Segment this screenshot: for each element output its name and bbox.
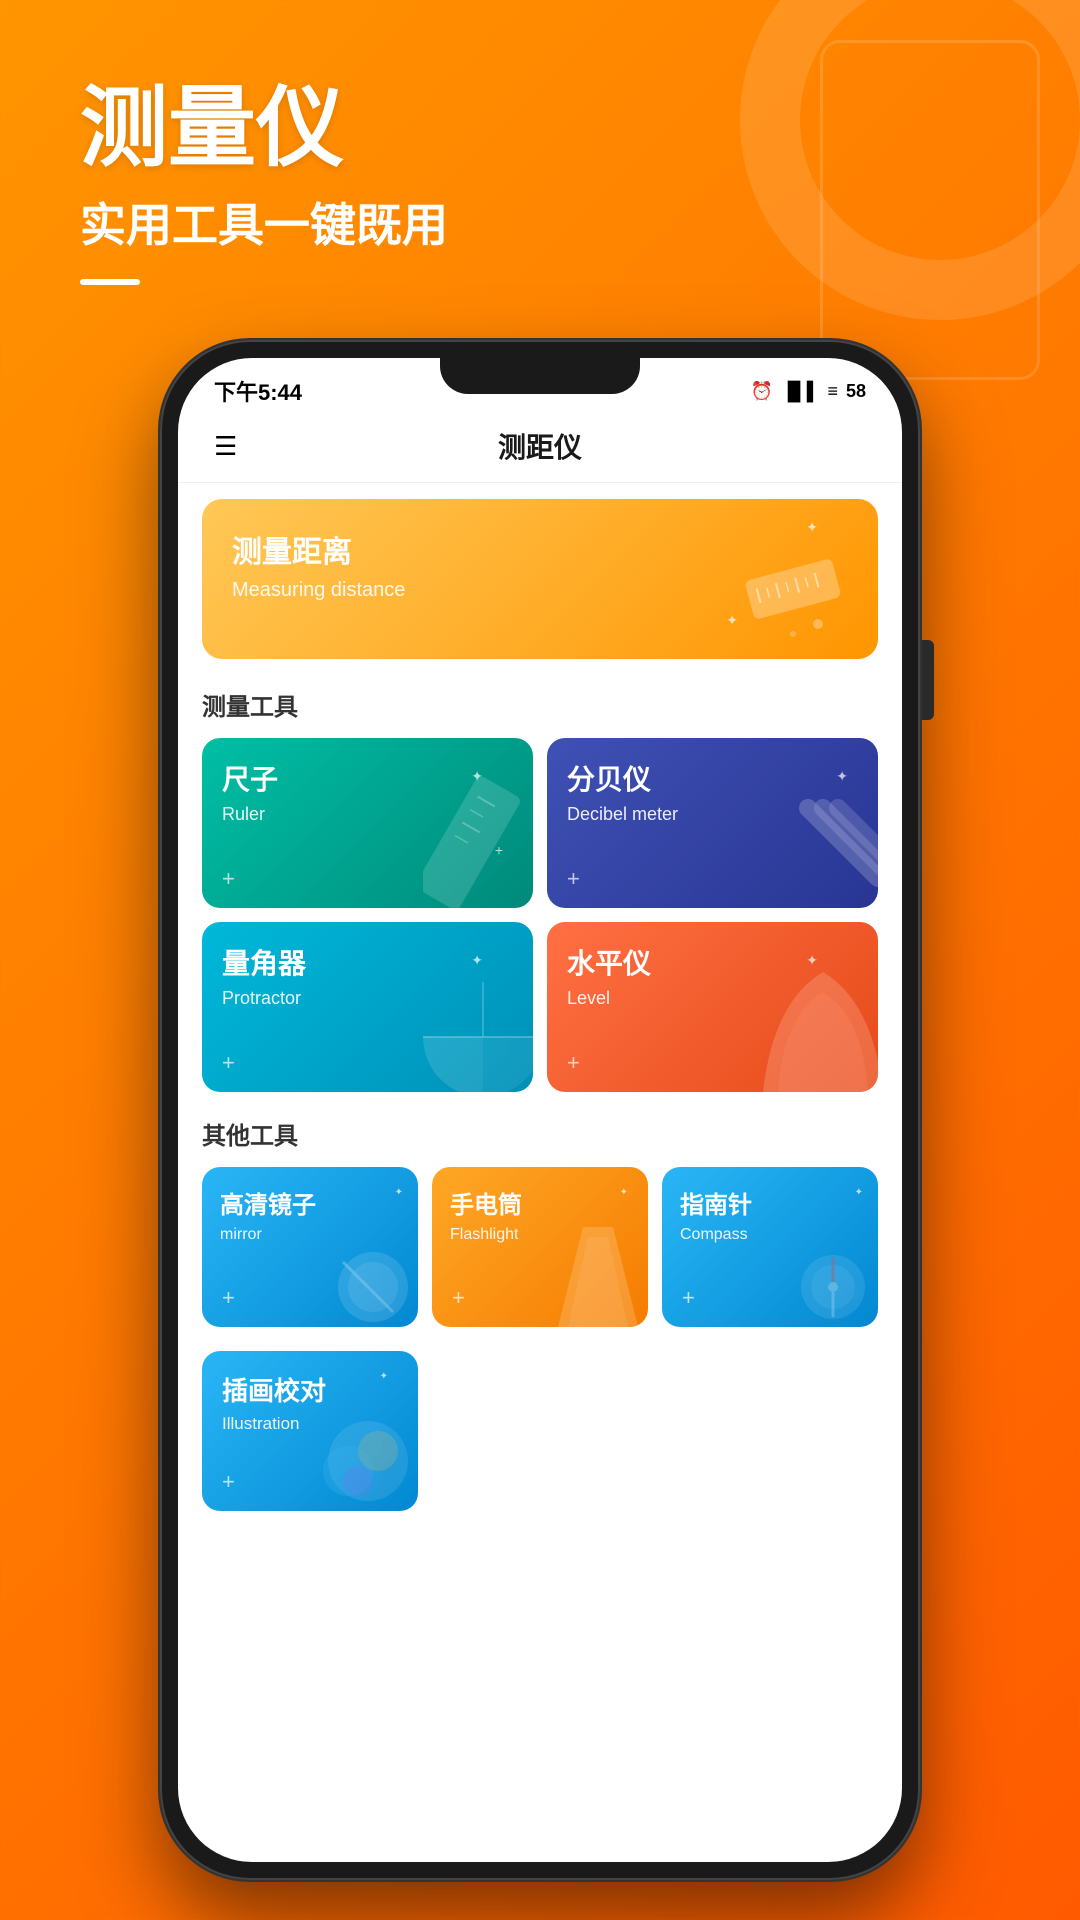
tool-card-protractor[interactable]: 量角器 Protractor + ✦ <box>202 922 533 1092</box>
decibel-subtitle: Decibel meter <box>567 804 858 825</box>
app-bar: ☰ 测距仪 <box>178 410 902 483</box>
signal-icon: ▐▌▌ <box>781 381 819 402</box>
phone-outer: 下午5:44 ⏰ ▐▌▌ ≡ 58 ☰ 测距仪 测量距离 Measuring d… <box>160 340 920 1880</box>
tool-card-mirror[interactable]: 高清镜子 mirror + ✦ <box>202 1167 418 1327</box>
illustration-plus: + <box>222 1469 235 1495</box>
phone-mockup: 下午5:44 ⏰ ▐▌▌ ≡ 58 ☰ 测距仪 测量距离 Measuring d… <box>160 340 920 1880</box>
status-time: 下午5:44 <box>214 375 302 407</box>
app-subtitle: 实用工具一键既用 <box>80 189 448 255</box>
header-section: 测量仪 实用工具一键既用 <box>80 80 448 285</box>
battery-icon: 58 <box>846 381 866 402</box>
compass-subtitle: Compass <box>680 1226 860 1244</box>
app-bar-title: 测距仪 <box>498 426 582 466</box>
tool-card-flashlight[interactable]: 手电筒 Flashlight + ✦ <box>432 1167 648 1327</box>
ruler-plus: + <box>222 866 235 892</box>
phone-notch <box>440 358 640 394</box>
banner-card[interactable]: 测量距离 Measuring distance <box>202 499 878 659</box>
compass-title: 指南针 <box>680 1185 860 1220</box>
tool-card-level[interactable]: 水平仪 Level + ✦ <box>547 922 878 1092</box>
protractor-subtitle: Protractor <box>222 988 513 1009</box>
protractor-plus: + <box>222 1050 235 1076</box>
mirror-decoration <box>323 1232 413 1322</box>
menu-lines-icon: ≡ <box>827 381 838 402</box>
bg-rect <box>820 40 1040 380</box>
mirror-plus: + <box>222 1285 235 1311</box>
star-deco2: ✦ <box>726 612 738 629</box>
illustration-decoration <box>298 1391 418 1511</box>
ruler-subtitle: Ruler <box>222 804 513 825</box>
phone-screen: 下午5:44 ⏰ ▐▌▌ ≡ 58 ☰ 测距仪 测量距离 Measuring d… <box>178 358 902 1862</box>
mirror-title: 高清镜子 <box>220 1185 400 1220</box>
level-subtitle: Level <box>567 988 858 1009</box>
app-title: 测量仪 <box>80 80 448 177</box>
flashlight-plus: + <box>452 1285 465 1311</box>
flashlight-subtitle: Flashlight <box>450 1226 630 1244</box>
mirror-subtitle: mirror <box>220 1226 400 1244</box>
scroll-content: 测量距离 Measuring distance <box>178 483 902 1862</box>
decibel-title: 分贝仪 <box>567 758 858 798</box>
compass-decoration <box>783 1232 873 1322</box>
illustration-subtitle: Illustration <box>222 1414 398 1434</box>
tool-card-illustration[interactable]: 插画校对 Illustration + ✦ <box>202 1351 418 1511</box>
star-deco: ✦ <box>806 519 818 536</box>
tool-card-decibel[interactable]: 分贝仪 Decibel meter + ✦ <box>547 738 878 908</box>
compass-plus: + <box>682 1285 695 1311</box>
flashlight-title: 手电筒 <box>450 1185 630 1220</box>
level-title: 水平仪 <box>567 942 858 982</box>
alarm-icon: ⏰ <box>751 381 773 402</box>
ruler-title: 尺子 <box>222 758 513 798</box>
banner-decoration <box>738 549 858 649</box>
tool-card-ruler[interactable]: 尺子 Ruler + ✦ + <box>202 738 533 908</box>
measuring-tools-grid: 尺子 Ruler + ✦ + <box>202 738 878 1092</box>
tool-card-compass[interactable]: 指南针 Compass + ✦ <box>662 1167 878 1327</box>
decibel-plus: + <box>567 866 580 892</box>
other-tools-grid-row2: 插画校对 Illustration + ✦ <box>202 1351 878 1511</box>
status-icons: ⏰ ▐▌▌ ≡ 58 <box>751 381 866 402</box>
level-plus: + <box>567 1050 580 1076</box>
hamburger-menu-button[interactable]: ☰ <box>214 431 237 462</box>
protractor-title: 量角器 <box>222 942 513 982</box>
illustration-title: 插画校对 <box>222 1371 398 1408</box>
other-tools-grid-row1: 高清镜子 mirror + ✦ <box>202 1167 878 1327</box>
header-divider <box>80 279 140 285</box>
section-label-measuring: 测量工具 <box>202 687 878 722</box>
section-label-other: 其他工具 <box>202 1116 878 1151</box>
